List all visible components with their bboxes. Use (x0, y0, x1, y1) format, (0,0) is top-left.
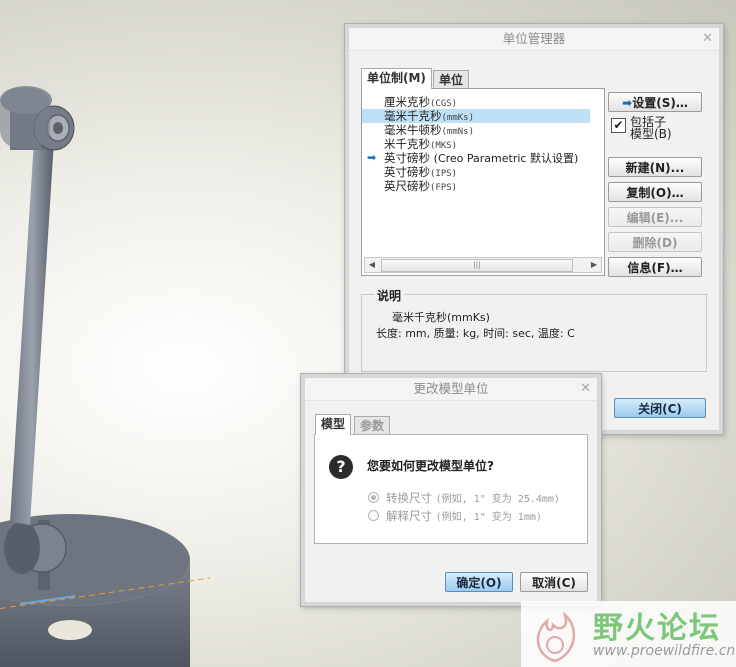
info-button[interactable]: 信息(F)… (608, 257, 702, 277)
copy-button[interactable]: 复制(O)… (608, 182, 702, 202)
model-tab-panel: ? 您要如何更改模型单位? 转换尺寸 (例如, 1" 变为 25.4mm) 解释… (314, 434, 588, 544)
description-group: 说明 毫米千克秒(mmKs) 长度: mm, 质量: kg, 时间: sec, … (361, 287, 707, 372)
watermark-url: www.proewildfire.cn (593, 643, 736, 659)
units-manager-dialog: 单位管理器 ✕ 单位制(M) 单位 厘米克秒(CGS) 毫米千克秒(mmKs) … (345, 24, 723, 434)
description-detail: 长度: mm, 质量: kg, 时间: sec, 温度: C (376, 327, 575, 340)
flame-logo-icon (536, 611, 576, 663)
base-hole (48, 620, 92, 640)
tab-units[interactable]: 单位 (433, 70, 470, 89)
forum-watermark: 野火论坛 www.proewildfire.cn (521, 601, 736, 667)
edit-button[interactable]: 编辑(E)... (608, 207, 702, 227)
list-item[interactable]: 英寸磅秒(IPS) (384, 165, 457, 179)
scroll-right-icon[interactable]: ▶ (587, 258, 601, 272)
interpret-dimensions-label: 解释尺寸 (例如, 1" 变为 1mm) (386, 509, 542, 523)
tab-model[interactable]: 模型 (315, 414, 352, 435)
change-units-titlebar: 更改模型单位 ✕ (305, 378, 597, 401)
convert-dimensions-radio[interactable] (368, 492, 379, 503)
list-item[interactable]: 英尺磅秒(FPS) (384, 179, 457, 193)
watermark-title: 野火论坛 (593, 611, 721, 646)
interpret-dimensions-radio[interactable] (368, 510, 379, 521)
set-button[interactable]: ➡设置(S)… (608, 92, 702, 112)
include-submodels-checkbox[interactable]: ✔ (611, 118, 626, 133)
description-label: 说明 (374, 287, 405, 304)
close-icon[interactable]: ✕ (702, 28, 713, 50)
ok-button[interactable]: 确定(O) (445, 572, 513, 592)
tab-unit-systems[interactable]: 单位制(M) (361, 68, 432, 89)
current-system-arrow-icon: ➡ (367, 151, 377, 164)
delete-button[interactable]: 删除(D) (608, 232, 702, 252)
list-item[interactable]: 米千克秒(MKS) (384, 137, 457, 151)
tab-parameters[interactable]: 参数 (354, 416, 391, 435)
convert-dimensions-label: 转换尺寸 (例如, 1" 变为 25.4mm) (386, 491, 560, 505)
question-icon: ? (329, 455, 353, 479)
list-item-selected[interactable]: 毫米千克秒(mmKs) (362, 109, 590, 123)
scroll-thumb[interactable]: ||| (381, 259, 573, 272)
arrow-right-icon: ➡ (622, 96, 633, 110)
scroll-left-icon[interactable]: ◀ (365, 258, 379, 272)
units-manager-titlebar: 单位管理器 ✕ (349, 28, 719, 51)
change-model-units-dialog: 更改模型单位 ✕ 模型 参数 ? 您要如何更改模型单位? 转换尺寸 (例如, 1… (301, 374, 601, 606)
list-item[interactable]: 厘米克秒(CGS) (384, 95, 457, 109)
close-icon[interactable]: ✕ (580, 378, 591, 400)
question-text: 您要如何更改模型单位? (367, 459, 494, 473)
list-item[interactable]: 毫米牛顿秒(mmNs) (384, 123, 474, 137)
include-submodels-label: 包括子 模型(B) (630, 115, 672, 141)
new-button[interactable]: 新建(N)... (608, 157, 702, 177)
unit-system-list: 厘米克秒(CGS) 毫米千克秒(mmKs) 毫米牛顿秒(mmNs) 米千克秒(M… (361, 88, 605, 276)
list-item[interactable]: 英寸磅秒 (Creo Parametric 默认设置) (384, 151, 578, 165)
arm-rod (10, 140, 54, 525)
change-units-title: 更改模型单位 (413, 381, 489, 396)
horizontal-scrollbar[interactable]: ◀ ||| ▶ (364, 257, 602, 273)
cancel-button[interactable]: 取消(C) (520, 572, 588, 592)
close-button[interactable]: 关闭(C) (614, 398, 706, 418)
description-name: 毫米千克秒(mmKs) (392, 311, 490, 324)
units-manager-title: 单位管理器 (502, 31, 566, 46)
